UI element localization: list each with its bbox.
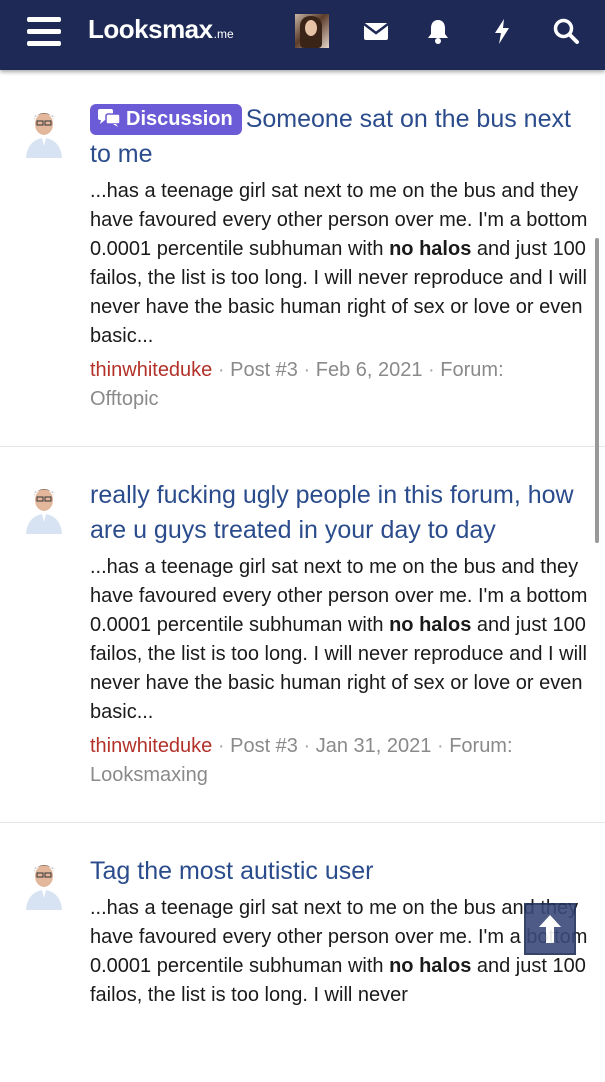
post-snippet: ...has a teenage girl sat next to me on … — [90, 180, 588, 347]
bell-icon[interactable] — [423, 16, 453, 46]
list-item: Discussion Someone sat on the bus next to… — [0, 70, 605, 447]
avatar[interactable] — [22, 482, 66, 534]
bolt-icon[interactable] — [487, 16, 517, 46]
list-item: Tag the most autistic user ...has a teen… — [0, 822, 605, 1082]
chat-bubbles-icon — [98, 109, 121, 127]
post-date: Feb 6, 2021 — [315, 359, 423, 381]
discussion-badge: Discussion — [90, 104, 242, 135]
forum-link[interactable]: Offtopic — [90, 388, 159, 410]
username-link[interactable]: thinwhiteduke — [90, 735, 212, 757]
post-snippet: ...has a teenage girl sat next to me on … — [90, 556, 588, 723]
list-item: really fucking ugly people in this forum… — [0, 446, 605, 823]
site-logo[interactable]: Looksmax.me — [88, 14, 234, 45]
scrollbar[interactable] — [595, 238, 599, 543]
arrow-up-icon — [539, 915, 561, 943]
top-navigation-bar: Looksmax.me — [0, 0, 605, 70]
post-date: Jan 31, 2021 — [315, 735, 432, 757]
forum-link[interactable]: Looksmaxing — [90, 764, 208, 786]
avatar[interactable] — [22, 106, 66, 158]
thread-title-link[interactable]: Discussion Someone sat on the bus next to… — [90, 102, 590, 172]
post-meta: thinwhiteduke · Post #3 · Jan 31, 2021 ·… — [90, 735, 513, 786]
envelope-icon[interactable] — [361, 16, 391, 46]
post-snippet: ...has a teenage girl sat next to me on … — [90, 897, 588, 1006]
post-meta: thinwhiteduke · Post #3 · Feb 6, 2021 · … — [90, 359, 504, 410]
forum-label: Forum: — [440, 359, 504, 381]
post-number[interactable]: Post #3 — [230, 735, 298, 757]
thread-title-link[interactable]: Tag the most autistic user — [90, 854, 590, 889]
menu-icon[interactable] — [27, 16, 61, 46]
thread-title-link[interactable]: really fucking ugly people in this forum… — [90, 478, 590, 548]
search-icon[interactable] — [551, 16, 581, 46]
scroll-to-top-button[interactable] — [524, 903, 576, 955]
username-link[interactable]: thinwhiteduke — [90, 359, 212, 381]
post-number[interactable]: Post #3 — [230, 359, 298, 381]
avatar[interactable] — [22, 858, 66, 910]
avatar[interactable] — [295, 14, 329, 48]
forum-label: Forum: — [449, 735, 513, 757]
